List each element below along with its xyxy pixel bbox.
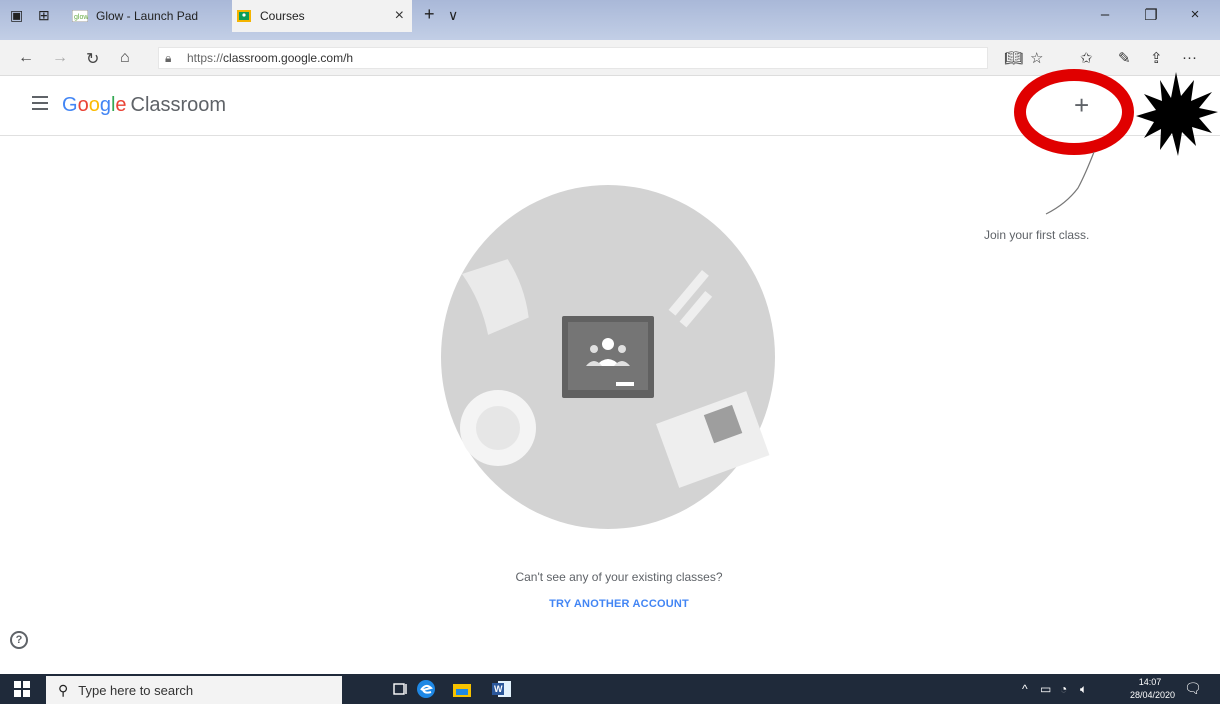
tab-glow-launch-pad[interactable]: glow Glow - Launch Pad — [68, 0, 230, 32]
product-name: Classroom — [130, 94, 227, 116]
try-another-account-link[interactable]: TRY ANOTHER ACCOUNT — [9, 598, 1220, 610]
favorites-icon[interactable]: ✩ — [1080, 49, 1093, 67]
file-explorer-icon[interactable] — [450, 678, 474, 700]
clock-date: 28/04/2020 — [1130, 690, 1176, 700]
tab-label: Courses — [260, 9, 305, 23]
favorite-star-icon[interactable]: ☆ — [1030, 49, 1043, 67]
empty-state-illustration — [441, 185, 775, 529]
logo-letter: o — [77, 94, 89, 116]
close-tab-icon[interactable]: × — [395, 7, 404, 25]
url-host: classroom.google.com/h — [223, 51, 354, 65]
logo-letter: e — [115, 94, 127, 116]
show-hidden-icons-icon[interactable]: ^ — [1022, 682, 1028, 696]
new-tab-button[interactable]: + — [424, 4, 435, 25]
classroom-favicon-icon — [236, 9, 252, 23]
tab-courses[interactable]: Courses × — [232, 0, 412, 32]
google-classroom-logo[interactable]: Google Classroom — [62, 94, 226, 117]
home-icon[interactable]: ⌂ — [120, 49, 130, 67]
search-placeholder: Type here to search — [78, 682, 194, 698]
address-toolbar: ← → ↻ ⌂ 🔒︎ https://classroom.google.com/… — [0, 40, 1220, 76]
reading-view-icon[interactable]: 📖︎ — [1004, 49, 1023, 67]
forward-arrow-icon[interactable]: → — [52, 49, 68, 67]
wifi-icon[interactable]: ◔ — [1060, 682, 1067, 696]
lock-icon: 🔒︎ — [165, 50, 172, 65]
cant-see-classes-text: Can't see any of your existing classes? — [515, 570, 723, 584]
windows-logo-icon — [14, 681, 30, 697]
join-class-hint: Join your first class. — [984, 228, 1090, 242]
search-icon: ⚲ — [58, 681, 69, 698]
logo-letter: g — [99, 94, 111, 116]
taskbar-search-input[interactable]: ⚲ Type here to search — [46, 676, 342, 704]
classroom-header: Google Classroom + — [0, 76, 1220, 136]
battery-icon[interactable]: ▭ — [1040, 682, 1051, 696]
apps-menu-icon[interactable] — [1124, 96, 1128, 117]
svg-text:W: W — [494, 684, 503, 694]
clock-time: 14:07 — [1138, 677, 1162, 687]
notifications-icon[interactable]: 🗨︎ — [1184, 680, 1202, 697]
edge-icon[interactable] — [412, 678, 440, 700]
tab-list-chevron-icon[interactable]: ∨ — [448, 7, 458, 24]
restore-button[interactable]: ❐ — [1128, 6, 1174, 24]
address-input[interactable]: 🔒︎ https://classroom.google.com/h — [158, 47, 988, 69]
pen-icon[interactable]: ✎ — [1118, 49, 1131, 67]
start-button[interactable] — [0, 674, 44, 704]
more-icon[interactable]: ··· — [1182, 49, 1197, 66]
minimize-button[interactable]: – — [1082, 6, 1128, 23]
logo-letter: o — [88, 94, 100, 116]
clock[interactable]: 14:07 28/04/2020 — [1130, 676, 1176, 702]
back-arrow-icon[interactable]: ← — [18, 49, 34, 67]
join-create-class-button[interactable]: + — [1074, 90, 1089, 121]
help-icon[interactable]: ? — [10, 631, 28, 649]
close-window-button[interactable]: × — [1172, 6, 1218, 23]
tab-label: Glow - Launch Pad — [96, 9, 199, 23]
windows-taskbar: ⚲ Type here to search W ^ ▭ ◔ 🔈︎ 14:07 2… — [0, 674, 1220, 704]
set-aside-tabs-icon[interactable]: ⊞ — [38, 7, 50, 24]
tab-actions-icon[interactable]: ▣ — [10, 7, 23, 24]
share-icon[interactable]: ⇪ — [1150, 49, 1163, 67]
volume-icon[interactable]: 🔈︎ — [1080, 682, 1087, 697]
task-view-icon[interactable] — [388, 678, 412, 700]
url-scheme: https:// — [187, 51, 224, 65]
main-menu-icon[interactable] — [32, 96, 48, 110]
word-icon[interactable]: W — [490, 678, 514, 700]
glow-favicon-icon: glow — [72, 9, 88, 23]
svg-text:glow: glow — [74, 14, 88, 21]
logo-letter: G — [62, 94, 78, 116]
pointer-line — [1045, 151, 1095, 215]
refresh-icon[interactable]: ↻ — [86, 49, 99, 69]
